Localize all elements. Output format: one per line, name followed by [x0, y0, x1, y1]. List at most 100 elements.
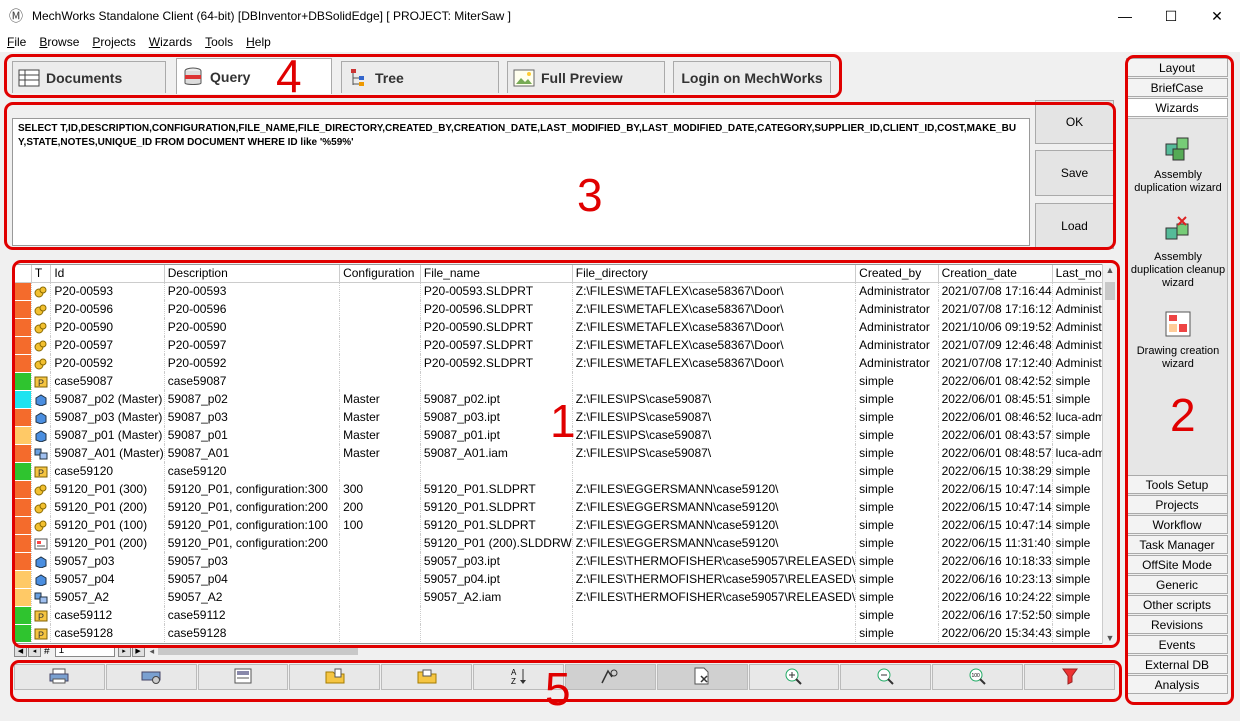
vertical-scrollbar[interactable]: ▲ ▼ [1102, 264, 1116, 644]
find-button[interactable] [564, 664, 656, 690]
results-grid[interactable]: T Id Description Configuration File_name File… [14, 264, 1116, 644]
panel-workflow[interactable]: Workflow [1126, 515, 1228, 534]
filter-button[interactable] [1024, 664, 1115, 690]
sql-query-editor[interactable]: SELECT T,ID,DESCRIPTION,CONFIGURATION,FI… [12, 118, 1030, 246]
panel-revisions[interactable]: Revisions [1126, 615, 1228, 634]
new-folder-button[interactable] [289, 664, 381, 690]
table-row[interactable]: Pcase59087 case59087 simple 2022/06/01 08:4… [15, 372, 1115, 391]
panel-layout[interactable]: Layout [1126, 58, 1228, 77]
zoom-out-button[interactable] [840, 664, 932, 690]
wizard-drawing-creation-wizard[interactable]: Drawing creation wizard [1127, 309, 1229, 371]
panel-generic[interactable]: Generic [1126, 575, 1228, 594]
cell-by: simple [855, 624, 939, 642]
hscroll-left-icon[interactable]: ◂ [150, 646, 155, 657]
panel-events[interactable]: Events [1126, 635, 1228, 654]
table-icon [18, 68, 40, 88]
annotation-number-3: 3 [577, 169, 603, 221]
status-color-cell [15, 318, 32, 337]
table-row[interactable]: P20-00593 P20-00593 P20-00593.SLDPRT Z:\FIL… [15, 282, 1115, 301]
asm-file-icon [34, 304, 48, 316]
ok-button[interactable]: OK [1035, 100, 1114, 144]
column-header-creation_date[interactable]: Creation_date [938, 265, 1053, 283]
cell-conf [339, 318, 421, 336]
table-row[interactable]: 59120_P01 (200) 59120_P01, configuration:… [15, 498, 1115, 517]
table-row[interactable]: 59057_p04 59057_p04 59057_p04.ipt Z:\FILES\… [15, 570, 1115, 589]
print-preview-button[interactable] [197, 664, 289, 690]
panel-briefcase[interactable]: BriefCase [1126, 78, 1228, 97]
annotation-number-2: 2 [1170, 389, 1196, 441]
panel-analysis[interactable]: Analysis [1126, 675, 1228, 694]
panel-wizards[interactable]: Wizards [1126, 98, 1228, 117]
table-row[interactable]: 59120_P01 (100) 59120_P01, configuration:… [15, 516, 1115, 535]
tab-query[interactable]: Query [176, 58, 332, 94]
menu-help[interactable]: Help [239, 35, 277, 49]
cell-dir: Z:\FILES\EGGERSMANN\case59120\ [572, 516, 857, 534]
table-row[interactable]: P20-00590 P20-00590 P20-00590.SLDPRT Z:\FIL… [15, 318, 1115, 337]
table-row[interactable]: Pcase59128 case59128 simple 2022/06/20 15:3… [15, 624, 1115, 643]
delete-doc-button[interactable] [656, 664, 748, 690]
wizard-assembly-duplication-cleanup-wizard[interactable]: Assembly duplication cleanup wizard [1127, 215, 1229, 290]
type-cell [31, 408, 52, 426]
column-header-configuration[interactable]: Configuration [339, 265, 421, 283]
cell-conf [339, 300, 421, 318]
menu-wizards[interactable]: Wizards [142, 35, 198, 49]
column-header-t[interactable]: T [31, 265, 52, 283]
panel-offsite-mode[interactable]: OffSite Mode [1126, 555, 1228, 574]
open-folder-button[interactable] [381, 664, 473, 690]
table-row[interactable]: P20-00597 P20-00597 P20-00597.SLDPRT Z:\FIL… [15, 336, 1115, 355]
menu-projects[interactable]: Projects [85, 35, 141, 49]
menu-label: izards [160, 35, 193, 49]
load-button[interactable]: Load [1035, 203, 1114, 249]
menu-tools[interactable]: Tools [198, 35, 239, 49]
menu-browse[interactable]: Browse [32, 35, 85, 49]
table-row[interactable]: Pcase59112 case59112 simple 2022/06/16 17:5… [15, 606, 1115, 625]
tab-tree[interactable]: Tree [341, 61, 499, 93]
table-row[interactable]: 59057_p03 59057_p03 59057_p03.ipt Z:\FILES\… [15, 552, 1115, 571]
column-header-description[interactable]: Description [164, 265, 341, 283]
cell-desc: 59120_P01, configuration:300 [164, 480, 341, 498]
type-cell: P [31, 462, 52, 480]
minimize-button[interactable]: — [1102, 0, 1148, 32]
table-row[interactable]: 59120_P01 (300) 59120_P01, configuration:… [15, 480, 1115, 499]
tab-login-on-mechworks[interactable]: Login on MechWorks [673, 61, 831, 93]
prev-page-icon[interactable]: ◂ [28, 645, 41, 657]
zoom-100-button[interactable]: 100 [932, 664, 1024, 690]
maximize-button[interactable]: ☐ [1148, 0, 1194, 32]
column-header-file_name[interactable]: File_name [420, 265, 573, 283]
menu-file[interactable]: File [0, 35, 32, 49]
page-number-input[interactable]: 1 [54, 645, 115, 657]
column-header-created_by[interactable]: Created_by [855, 265, 939, 283]
scroll-up-icon[interactable]: ▲ [1103, 265, 1117, 275]
status-color-cell [15, 462, 32, 481]
cell-dir: Z:\FILES\IPS\case59087\ [572, 390, 857, 408]
column-header-id[interactable]: Id [50, 265, 165, 283]
table-row[interactable]: Pcase59120 case59120 simple 2022/06/15 10:3… [15, 462, 1115, 481]
first-page-icon[interactable]: ◀ [14, 645, 27, 657]
save-button[interactable]: Save [1035, 150, 1114, 196]
cell-id: case59120 [50, 462, 165, 480]
panel-other-scripts[interactable]: Other scripts [1126, 595, 1228, 614]
table-row[interactable]: P20-00596 P20-00596 P20-00596.SLDPRT Z:\FIL… [15, 300, 1115, 319]
print-setup-button[interactable] [105, 664, 197, 690]
table-row[interactable]: 59057_A2 59057_A2 59057_A2.iam Z:\FILES\THE… [15, 588, 1115, 607]
scroll-down-icon[interactable]: ▼ [1103, 633, 1117, 643]
table-row[interactable]: P20-00592 P20-00592 P20-00592.SLDPRT Z:\FIL… [15, 354, 1115, 373]
scroll-thumb[interactable] [1105, 282, 1115, 300]
column-header-file_directory[interactable]: File_directory [572, 265, 857, 283]
asm-file-icon [34, 520, 48, 532]
print-button[interactable] [14, 664, 105, 690]
wizard-assembly-duplication-wizard[interactable]: Assembly duplication wizard [1127, 133, 1229, 195]
zoom-in-button[interactable] [748, 664, 840, 690]
tab-full-preview[interactable]: Full Preview [507, 61, 665, 93]
table-row[interactable]: 59120_P01 (200) 59120_P01, configuration:… [15, 534, 1115, 553]
panel-tools-setup[interactable]: Tools Setup [1126, 475, 1228, 494]
cell-id: P20-00593 [50, 282, 165, 300]
panel-task-manager[interactable]: Task Manager [1126, 535, 1228, 554]
last-page-icon[interactable]: ▶ [131, 645, 145, 657]
next-page-icon[interactable]: ▸ [117, 645, 131, 657]
close-button[interactable]: ✕ [1194, 0, 1240, 32]
tab-documents[interactable]: Documents [12, 61, 166, 93]
panel-external-db[interactable]: External DB [1126, 655, 1228, 674]
horizontal-scroll-thumb[interactable] [158, 647, 359, 655]
panel-projects[interactable]: Projects [1126, 495, 1228, 514]
